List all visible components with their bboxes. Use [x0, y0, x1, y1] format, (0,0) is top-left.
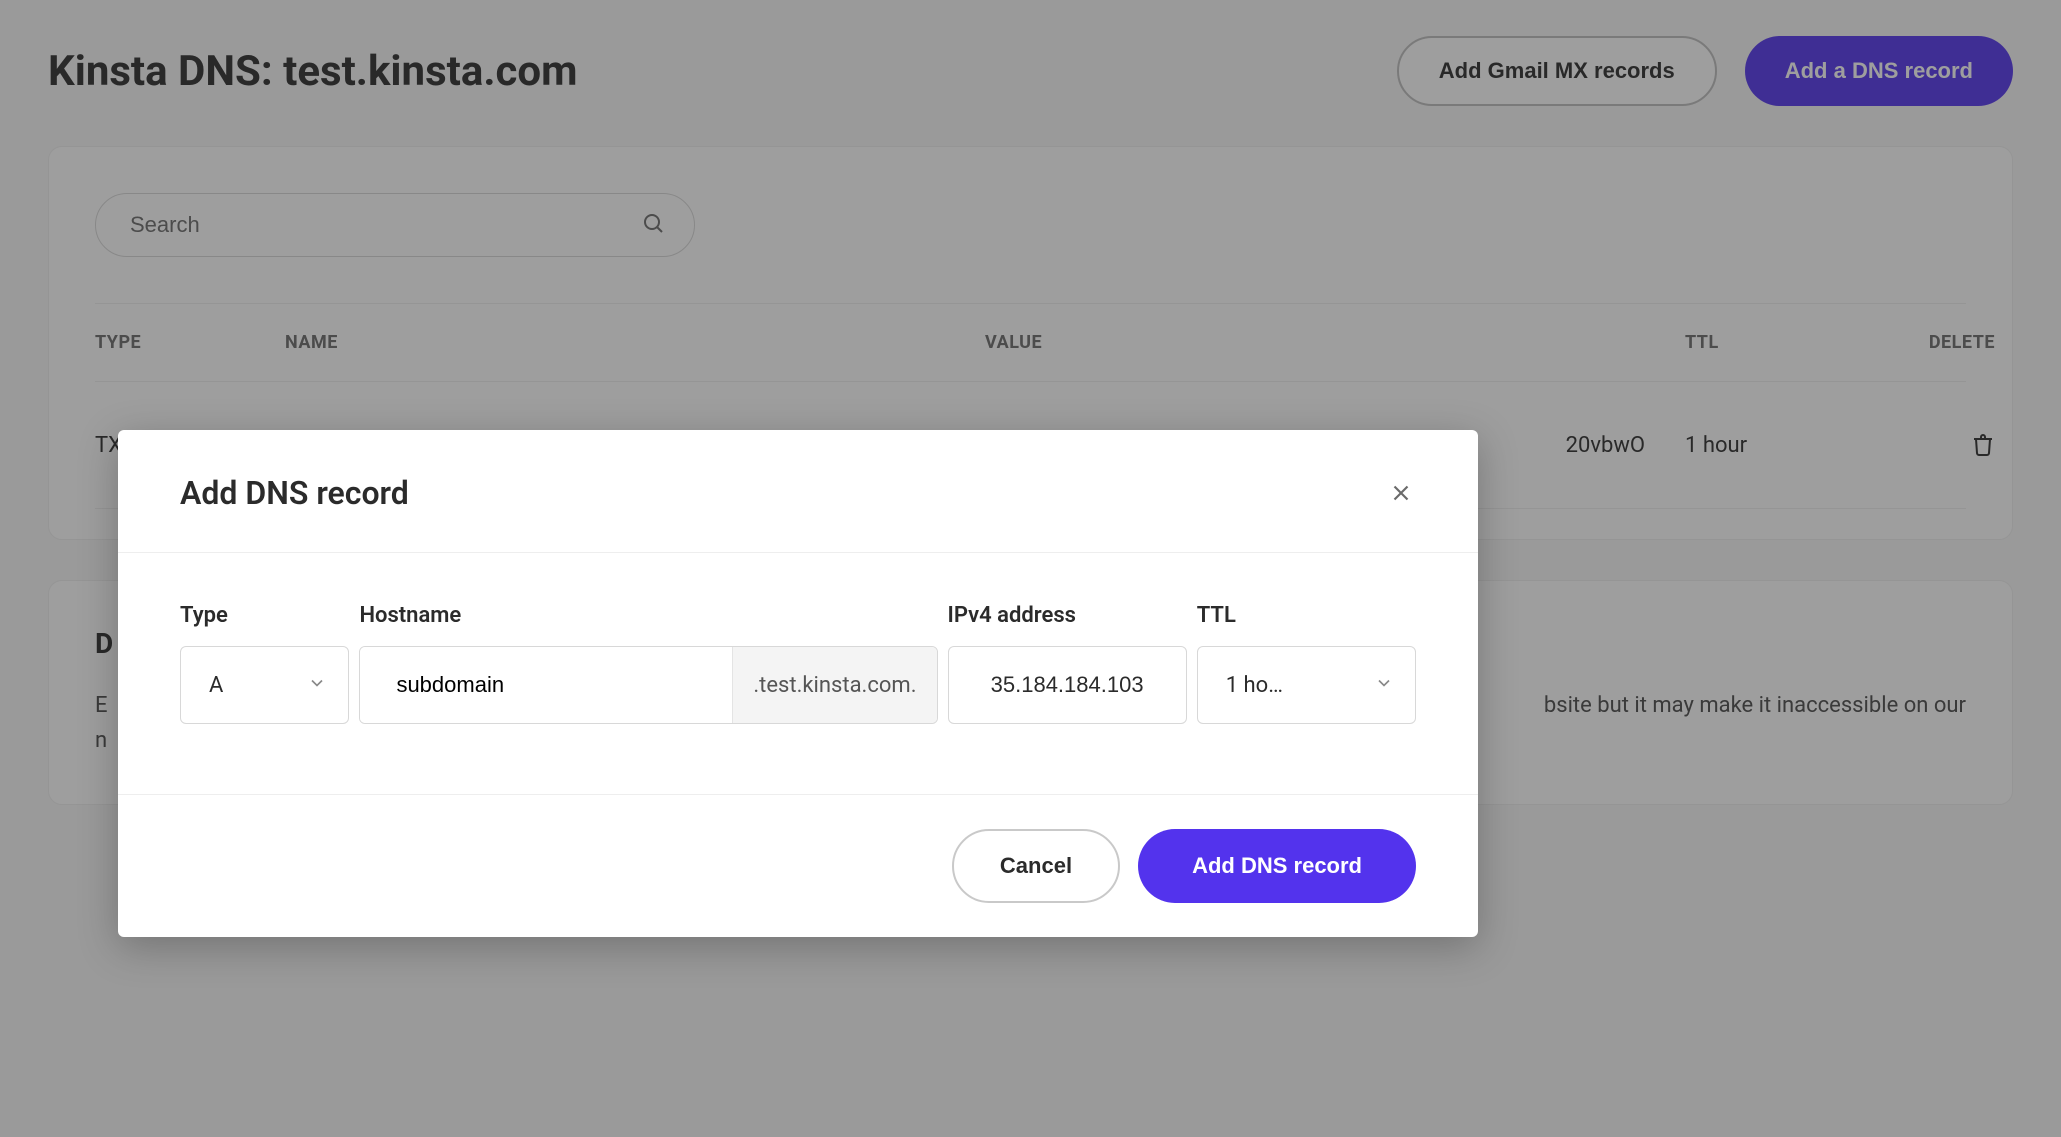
hostname-input[interactable]	[360, 647, 732, 723]
hostname-suffix: .test.kinsta.com.	[732, 647, 936, 723]
ipv4-field: IPv4 address	[948, 603, 1187, 724]
ttl-select[interactable]: 1 ho…	[1197, 646, 1416, 724]
ipv4-label: IPv4 address	[948, 603, 1187, 628]
submit-button[interactable]: Add DNS record	[1138, 829, 1416, 903]
modal-overlay[interactable]: Add DNS record Type A Hostname	[0, 0, 2061, 1137]
modal-footer: Cancel Add DNS record	[118, 794, 1478, 937]
hostname-field: Hostname .test.kinsta.com.	[359, 603, 937, 724]
ipv4-input[interactable]	[948, 646, 1187, 724]
close-icon	[1388, 480, 1414, 506]
add-dns-record-modal: Add DNS record Type A Hostname	[118, 430, 1478, 937]
modal-body: Type A Hostname .test.kinsta.com.	[118, 553, 1478, 794]
form-row: Type A Hostname .test.kinsta.com.	[180, 603, 1416, 724]
hostname-label: Hostname	[359, 603, 937, 628]
type-label: Type	[180, 603, 349, 628]
modal-header: Add DNS record	[118, 430, 1478, 553]
type-select[interactable]: A	[180, 646, 349, 724]
cancel-button[interactable]: Cancel	[952, 829, 1120, 903]
type-field: Type A	[180, 603, 349, 724]
close-modal-button[interactable]	[1382, 474, 1420, 512]
ttl-field: TTL 1 ho…	[1197, 603, 1416, 724]
modal-title: Add DNS record	[180, 474, 409, 512]
ttl-label: TTL	[1197, 603, 1416, 628]
